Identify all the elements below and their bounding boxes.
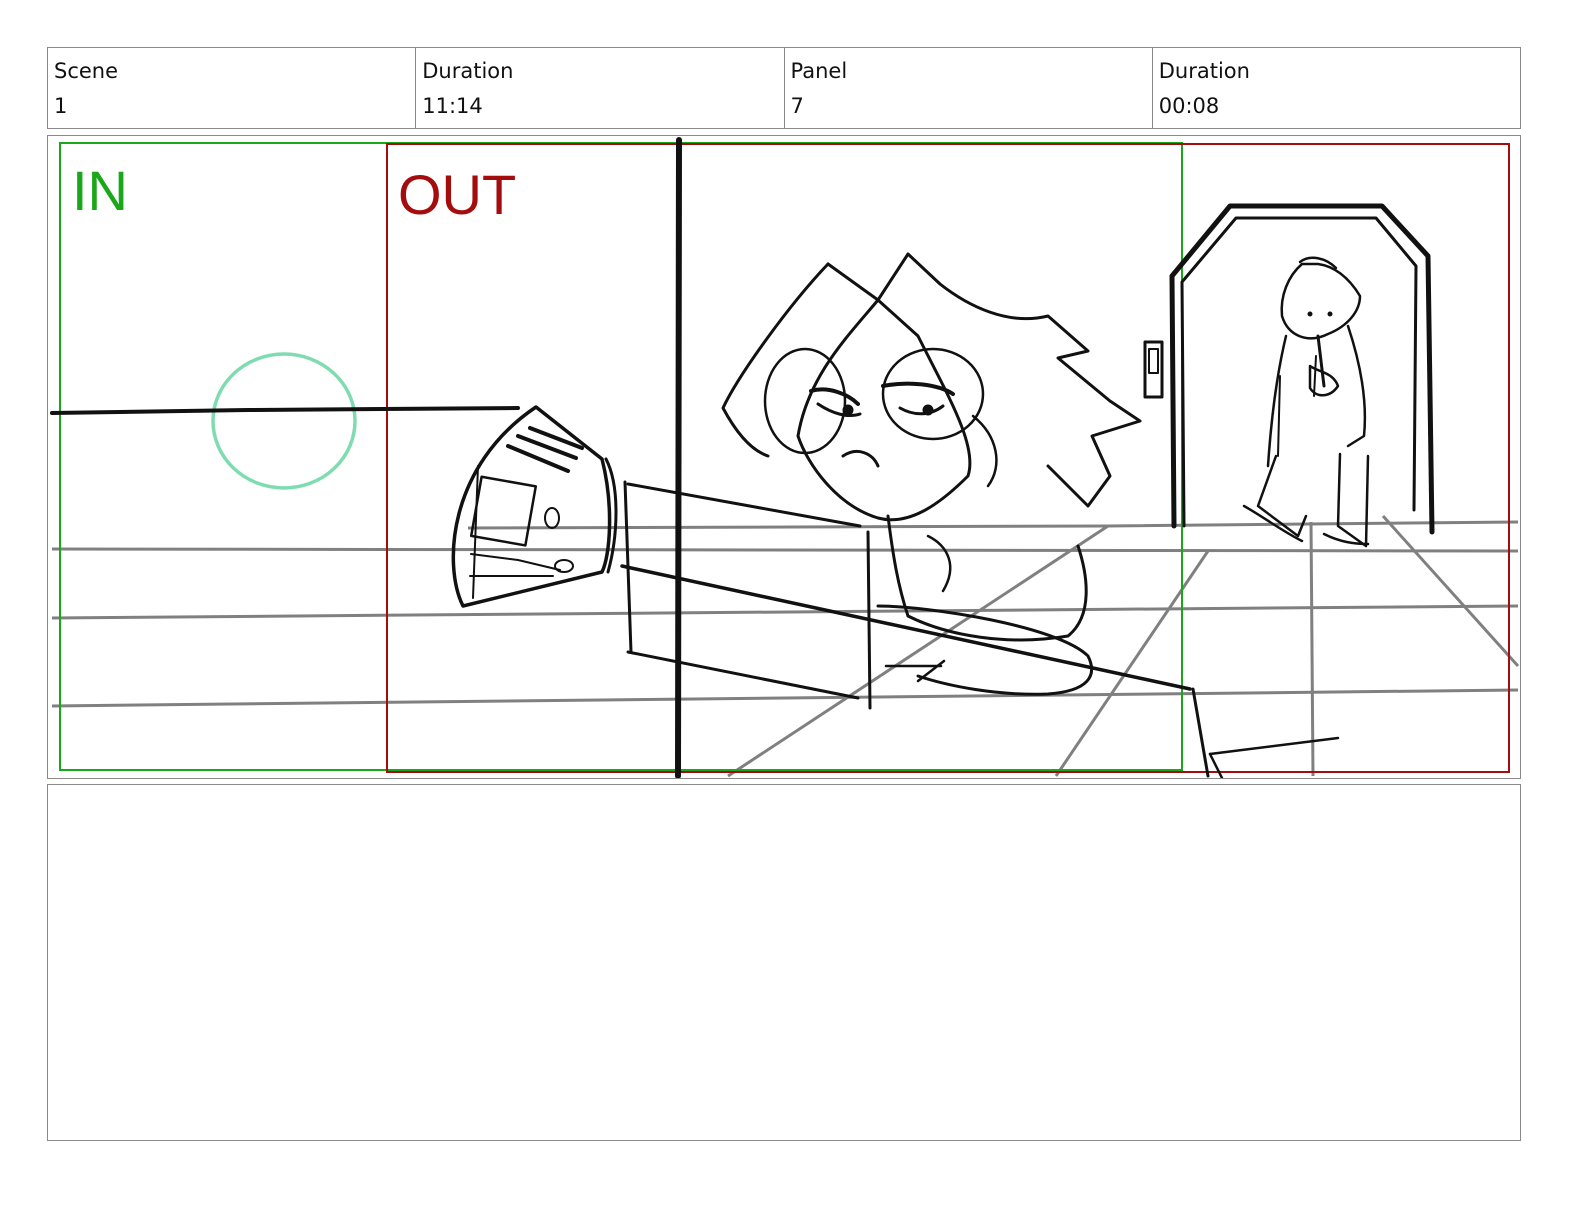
panel-drawing: IN OUT [50,137,1520,778]
storyboard-panel[interactable]: IN OUT [47,135,1521,779]
panel-duration-label: Duration [1158,59,1250,83]
scene-cell: Scene 1 [48,48,417,128]
in-marker-label: IN [72,159,128,222]
in-frame-guide [59,142,1183,771]
panel-cell: Panel 7 [785,48,1153,128]
scene-duration-value[interactable]: 11:14 [422,89,783,124]
scene-value[interactable]: 1 [54,89,415,124]
panel-duration-cell: Duration 00:08 [1153,48,1520,128]
out-marker-label: OUT [398,163,516,226]
character-sketch [50,137,1435,778]
scene-label: Scene [54,59,119,83]
scene-duration-label: Duration [422,59,514,83]
guide-circle [211,352,357,490]
floor-grid [51,514,1520,778]
scene-duration-cell: Duration 11:14 [416,48,785,128]
panel-duration-value[interactable]: 00:08 [1159,89,1520,124]
panel-notes-box[interactable] [47,784,1521,1141]
panel-value[interactable]: 7 [791,89,1152,124]
panel-info-table: Scene 1 Duration 11:14 Panel 7 Duration … [47,47,1521,129]
panel-label: Panel [790,59,848,83]
